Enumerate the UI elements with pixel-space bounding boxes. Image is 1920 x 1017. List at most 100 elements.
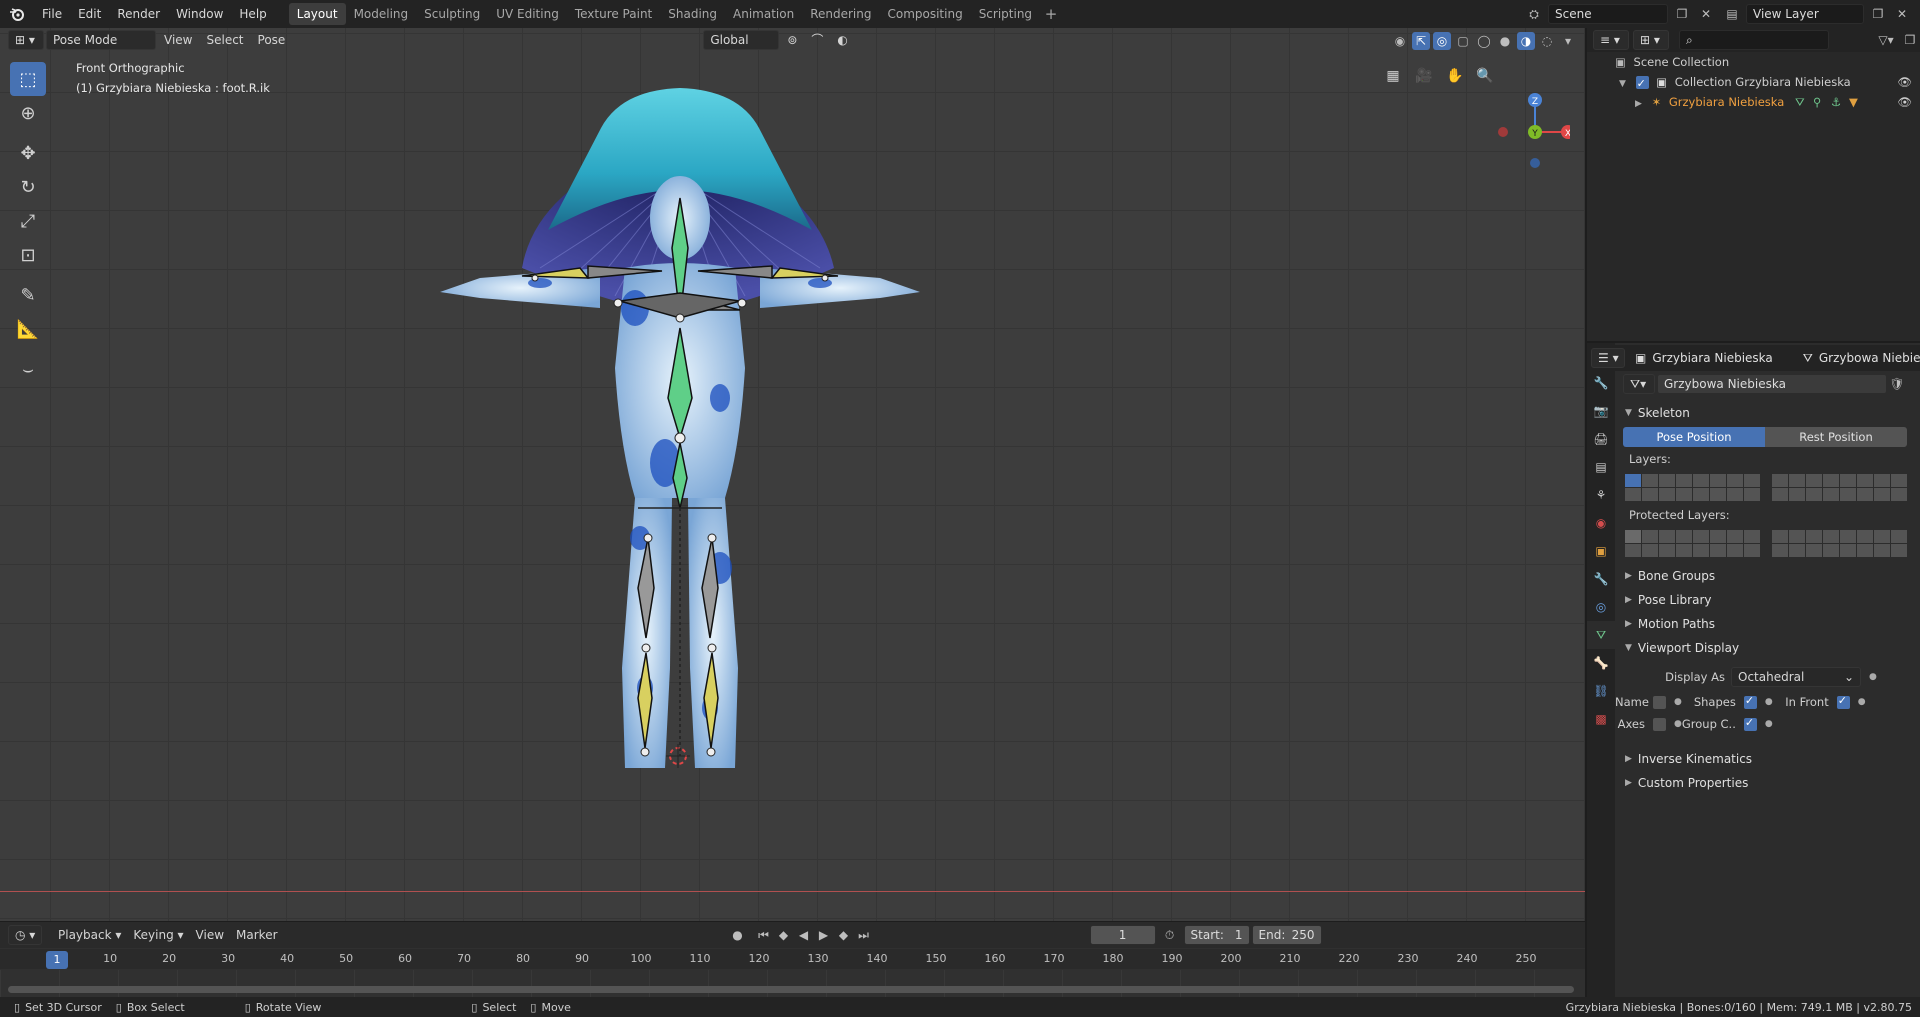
tab-compositing[interactable]: Compositing [879,3,970,25]
editor-type-button[interactable]: ⊞ ▾ [8,30,44,50]
texture-tab-icon[interactable]: ▩ [1587,705,1615,733]
output-tab-icon[interactable]: 🖨 [1587,425,1615,453]
keyframe-dot-icon[interactable]: ● [1674,697,1682,707]
next-keyframe-icon[interactable]: ◆ [834,925,854,945]
view-layer-icon[interactable]: ▤ [1722,4,1742,24]
rest-position-button[interactable]: Rest Position [1765,427,1907,447]
prev-keyframe-icon[interactable]: ◆ [774,925,794,945]
jump-start-icon[interactable]: ⏮ [754,925,774,945]
rendered-shading-icon[interactable]: ◌ [1538,32,1556,50]
rotate-icon[interactable]: ↻ [10,170,46,204]
keyframe-dot-icon[interactable]: ● [1858,697,1866,707]
view-layer-field[interactable]: View Layer [1746,4,1864,24]
physics-tab-icon[interactable]: ◎ [1587,593,1615,621]
filter-icon[interactable]: ▽▾ [1876,30,1896,50]
render-tab-icon[interactable]: 📷 [1587,397,1615,425]
delete-scene-icon[interactable]: ✕ [1696,4,1716,24]
stopwatch-icon[interactable]: ⏱ [1160,925,1180,945]
world-tab-icon[interactable]: ◉ [1587,509,1615,537]
bone-groups-panel-header[interactable]: ▶ Bone Groups [1615,565,1920,587]
tab-shading[interactable]: Shading [660,3,725,25]
tool-tab-icon[interactable]: 🔧 [1587,369,1615,397]
bone-constraint-tab-icon[interactable]: ⛓ [1587,677,1615,705]
tab-modeling[interactable]: Modeling [346,3,417,25]
outliner-row-armature[interactable]: ▶ ✶ Grzybiara Niebieska ⛛ ⚲ ⚓ ▼ 👁 [1587,92,1920,112]
expand-icon[interactable]: ▶ [1635,99,1642,109]
add-workspace-button[interactable]: + [1040,5,1062,23]
bone-tab-icon[interactable]: 🦴 [1587,649,1615,677]
object-tab-icon[interactable]: ▣ [1587,537,1615,565]
outliner-row-scene-collection[interactable]: ▣ Scene Collection [1587,52,1920,72]
pivot-icon[interactable]: ⊚ [781,30,803,50]
grid-view-icon[interactable]: ▦ [1381,64,1405,88]
frame-ruler[interactable]: 1 10 20 30 40 50 60 70 80 90 100 110 120 130 140 150 160… [0,949,1585,969]
current-frame-indicator[interactable]: 1 [46,951,68,969]
display-as-dropdown[interactable]: Octahedral ⌄ [1731,667,1861,687]
end-frame-field[interactable]: End: 250 [1251,925,1322,945]
scene-tab-icon[interactable]: ⚘ [1587,481,1615,509]
record-icon[interactable]: ● [728,925,748,945]
viewport-display-panel-header[interactable]: ▼ Viewport Display [1615,637,1920,659]
transform-orientation-dropdown[interactable]: Global [703,30,780,50]
axis-gizmo[interactable]: Z X Y [1490,58,1570,168]
shapes-checkbox[interactable] [1743,694,1757,709]
visibility-icon[interactable]: ◉ [1391,32,1409,50]
eye-icon[interactable]: 👁 [1897,72,1912,92]
custom-properties-panel-header[interactable]: ▶ Custom Properties [1615,772,1920,794]
menu-playback[interactable]: Playback ▾ [52,925,127,945]
menu-select[interactable]: Select [200,30,249,50]
axes-checkbox[interactable] [1653,717,1666,731]
tab-animation[interactable]: Animation [725,3,802,25]
menu-pose[interactable]: Pose [252,30,292,50]
pose-library-panel-header[interactable]: ▶ Pose Library [1615,589,1920,611]
material-shading-icon[interactable]: ◑ [1517,32,1535,50]
move-icon[interactable]: ✥ [10,136,46,170]
tab-scripting[interactable]: Scripting [971,3,1040,25]
pan-view-icon[interactable]: ✋ [1443,64,1467,88]
copy-scene-icon[interactable]: ❐ [1672,4,1692,24]
scene-icon[interactable]: ⛭ [1524,4,1544,24]
3d-viewport[interactable]: ⊞ ▾ Pose Mode View Select Pose Global ⊚ … [0,28,1585,921]
outliner-row-collection[interactable]: ▼ ▣ Collection Grzybiara Niebieska 👁 [1587,72,1920,94]
group-colors-checkbox[interactable] [1743,716,1757,731]
proportional-icon[interactable]: ◐ [831,30,853,50]
keyframe-dot-icon[interactable]: ● [1765,697,1773,707]
play-icon[interactable]: ▶ [814,925,834,945]
wireframe-shading-icon[interactable]: ◯ [1475,32,1493,50]
bone-layers-grid-right[interactable] [1772,473,1907,501]
measure-icon[interactable]: 📐 [10,312,46,346]
timeline-scrollbar[interactable] [8,986,1574,993]
name-checkbox[interactable] [1653,695,1666,709]
tab-texture-paint[interactable]: Texture Paint [567,3,660,25]
mushroom-character-model[interactable] [440,68,1160,921]
keyframe-dot-icon[interactable]: ● [1674,719,1682,729]
menu-timeline-view[interactable]: View [190,925,230,945]
outliner-search-input[interactable]: ⌕ [1679,30,1829,50]
keyframe-dot-icon[interactable]: ● [1765,719,1773,729]
bone-tool-icon[interactable]: ⌣ [10,352,46,386]
scale-icon[interactable]: ⤢ [10,204,46,238]
menu-file[interactable]: File [34,0,70,28]
modifier-tab-icon[interactable]: 🔧 [1587,565,1615,593]
menu-window[interactable]: Window [168,0,231,28]
eye-icon[interactable]: 👁 [1897,92,1912,112]
armature-name-field[interactable]: Grzybowa Niebieska [1657,374,1887,394]
annotate-icon[interactable]: ✎ [10,278,46,312]
gizmo-toggle-icon[interactable]: ⇱ [1412,32,1430,50]
keyframe-dot-icon[interactable]: ● [1869,672,1877,682]
menu-render[interactable]: Render [109,0,168,28]
jump-end-icon[interactable]: ⏭ [854,925,874,945]
fake-user-shield-icon[interactable]: 🛡 [1887,374,1907,394]
display-mode-button[interactable]: ⊞ ▾ [1633,30,1669,50]
menu-view[interactable]: View [158,30,198,50]
tab-rendering[interactable]: Rendering [802,3,879,25]
tab-layout[interactable]: Layout [288,3,346,25]
view-layer-tab-icon[interactable]: ▤ [1587,453,1615,481]
current-frame-field[interactable]: 1 [1089,925,1156,945]
xray-icon[interactable]: ▢ [1454,32,1472,50]
tab-uv-editing[interactable]: UV Editing [488,3,567,25]
camera-view-icon[interactable]: 🎥 [1412,64,1436,88]
mode-selector[interactable]: Pose Mode [46,30,156,50]
outliner-editor-type-button[interactable]: ≡ ▾ [1593,30,1629,50]
delete-view-layer-icon[interactable]: ✕ [1892,4,1912,24]
